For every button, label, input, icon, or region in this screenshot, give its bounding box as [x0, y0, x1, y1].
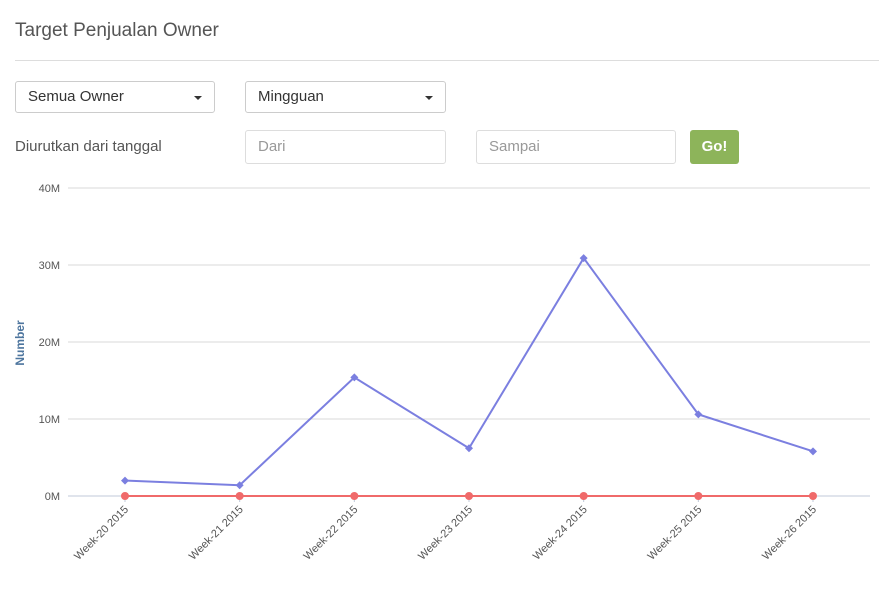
date-sort-label: Diurutkan dari tanggal	[15, 138, 162, 155]
y-axis-ticks: 0M 10M 20M 30M 40M	[39, 183, 60, 503]
y-tick-label: 20M	[39, 337, 60, 349]
page-title: Target Penjualan Owner	[15, 20, 219, 41]
chevron-down-icon	[425, 96, 433, 100]
data-point-circle[interactable]	[465, 492, 473, 500]
date-from-placeholder: Dari	[258, 138, 286, 155]
x-tick-label: Week-24 2015	[531, 504, 590, 563]
go-button[interactable]: Go!	[690, 130, 739, 164]
data-point-circle[interactable]	[809, 492, 817, 500]
data-point-diamond[interactable]	[809, 447, 817, 456]
line-chart: 0M10M20M30M40M Number Week-20 2015 Week-2…	[13, 183, 870, 563]
date-to-placeholder: Sampai	[489, 138, 540, 155]
period-select[interactable]: Mingguan	[245, 81, 446, 113]
divider	[15, 60, 879, 61]
data-point-circle[interactable]	[694, 492, 703, 500]
date-from-input[interactable]: Dari	[245, 130, 446, 164]
y-axis-label: Number	[13, 320, 27, 366]
x-tick-label: Week-25 2015	[646, 504, 705, 563]
x-tick-label: Week-20 2015	[72, 504, 131, 563]
data-point-diamond[interactable]	[121, 476, 129, 485]
x-axis-ticks: Week-20 2015 Week-21 2015 Week-22 2015 Week…	[72, 496, 819, 563]
owner-select[interactable]: Semua Owner	[15, 81, 215, 113]
x-tick-label: Week-22 2015	[302, 504, 361, 563]
period-select-value: Mingguan	[258, 88, 324, 105]
x-tick-label: Week-26 2015	[760, 504, 819, 563]
y-tick-label: 0M	[45, 491, 60, 503]
x-tick-label: Week-21 2015	[187, 504, 246, 563]
date-to-input[interactable]: Sampai	[476, 130, 676, 164]
data-point-circle[interactable]	[121, 492, 129, 500]
data-point-circle[interactable]	[235, 492, 244, 500]
owner-select-value: Semua Owner	[28, 88, 124, 105]
chevron-down-icon	[194, 96, 202, 100]
y-tick-label: 40M	[39, 183, 60, 195]
data-point-circle[interactable]	[579, 492, 588, 500]
chart-series	[121, 254, 817, 500]
y-tick-label: 10M	[39, 414, 60, 426]
y-tick-label: 30M	[39, 260, 60, 272]
data-point-circle[interactable]	[350, 492, 359, 500]
x-tick-label: Week-23 2015	[416, 504, 475, 563]
